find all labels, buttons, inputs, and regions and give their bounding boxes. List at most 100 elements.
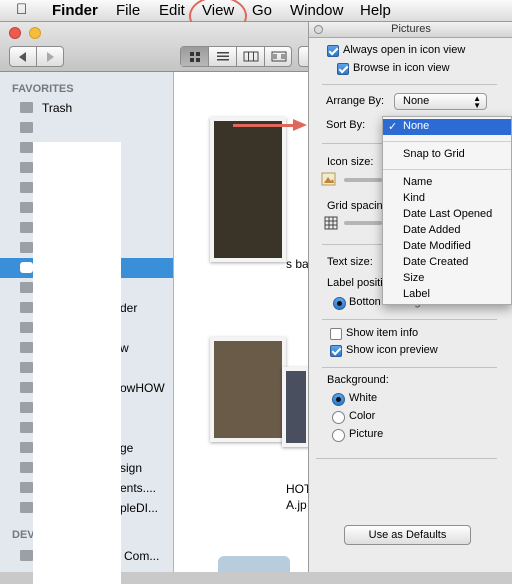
sort-option-none[interactable]: ✓ None: [383, 119, 511, 135]
sidebar-item-label: Trash: [42, 101, 73, 115]
menu-separator: [383, 169, 511, 170]
always-icon-view-checkbox[interactable]: [327, 45, 339, 57]
panel-title: Pictures: [391, 23, 431, 35]
arrange-by-label: Arrange By:: [326, 95, 385, 107]
back-forward-group: [9, 46, 64, 67]
menu-edit[interactable]: Edit: [159, 2, 185, 20]
divider: [316, 458, 497, 459]
sidebar-item-label: sign: [120, 461, 143, 475]
column-view-button[interactable]: [237, 47, 265, 66]
label-position-bottom-radio[interactable]: [333, 297, 346, 310]
text-size-label: Text size:: [327, 256, 373, 268]
photo-thumbnail[interactable]: [282, 367, 310, 447]
folder-icon: [20, 502, 33, 513]
sort-option-label-item[interactable]: Label: [383, 287, 511, 303]
forward-arrow-icon: [47, 52, 54, 62]
menu-finder[interactable]: Finder: [52, 2, 98, 20]
drag-tab: [218, 556, 290, 572]
apple-menu-icon[interactable]: : [16, 1, 27, 19]
background-picture-radio[interactable]: [332, 429, 345, 442]
arrange-toolbar-button[interactable]: [298, 46, 308, 67]
show-icon-preview-checkbox[interactable]: [330, 345, 342, 357]
sort-option-name[interactable]: Name: [383, 175, 511, 191]
sidebar-item-label: pleDI...: [120, 501, 159, 515]
checkmark-icon: ✓: [388, 121, 398, 133]
list-view-button[interactable]: [209, 47, 237, 66]
divider: [322, 84, 497, 85]
folder-icon: [20, 302, 33, 313]
grid-spacing-slider[interactable]: [344, 221, 382, 225]
menu-file[interactable]: File: [116, 2, 140, 20]
icon-size-slider[interactable]: [344, 178, 382, 182]
icon-view-button[interactable]: [181, 47, 209, 66]
icon-view-icon: [190, 52, 200, 62]
sort-option-date-added[interactable]: Date Added: [383, 223, 511, 239]
show-item-info-checkbox[interactable]: [330, 328, 342, 340]
document-icon: [20, 202, 33, 213]
menu-go[interactable]: Go: [252, 2, 272, 20]
sort-by-label: Sort By:: [326, 119, 366, 131]
list-view-icon: [217, 52, 229, 61]
folder-icon: [20, 102, 33, 113]
folder-icon: [20, 402, 33, 413]
folder-icon: [20, 442, 33, 453]
sort-option-label: Name: [403, 176, 433, 188]
sort-option-kind[interactable]: Kind: [383, 191, 511, 207]
sort-option-label: Size: [403, 272, 425, 284]
desktop-icon: [20, 182, 33, 193]
menu-bar:  Finder File Edit View Go Window Help: [0, 0, 512, 22]
sort-option-date-created[interactable]: Date Created: [383, 255, 511, 271]
photo-thumbnail[interactable]: [210, 337, 286, 442]
sidebar-item-label: ge: [120, 441, 134, 455]
use-as-defaults-button[interactable]: Use as Defaults: [344, 525, 471, 545]
folder-icon: [20, 342, 33, 353]
document-icon: [20, 222, 33, 233]
sort-option-snap-to-grid[interactable]: Snap to Grid: [383, 147, 511, 163]
sort-option-label: Kind: [403, 192, 426, 204]
folder-icon: [20, 482, 33, 493]
grid-spacing-label: Grid spacin: [327, 200, 383, 212]
favorites-heading: FAVORITES: [12, 83, 74, 95]
use-as-defaults-label: Use as Defaults: [368, 529, 447, 541]
sort-option-label: None: [403, 120, 430, 132]
always-icon-view-label: Always open in icon view: [343, 44, 466, 56]
sort-option-date-modified[interactable]: Date Modified: [383, 239, 511, 255]
folder-icon: [20, 142, 33, 153]
redaction-box: [33, 142, 121, 584]
view-mode-switcher: [180, 46, 292, 67]
cover-flow-icon: [271, 51, 287, 62]
photo-thumbnail[interactable]: [210, 117, 286, 262]
arrange-by-value: None: [403, 95, 430, 107]
divider: [322, 319, 497, 320]
back-button[interactable]: [10, 47, 37, 66]
minimize-window-button[interactable]: [29, 27, 41, 39]
annotation-arrow-head-icon: [293, 119, 307, 131]
dropbox-icon: [20, 282, 33, 293]
menu-separator: [383, 141, 511, 142]
panel-titlebar: Pictures: [309, 22, 512, 38]
background-color-radio[interactable]: [332, 411, 345, 424]
browse-icon-view-label: Browse in icon view: [353, 62, 450, 74]
forward-button[interactable]: [37, 47, 63, 66]
sidebar-item-trash[interactable]: Trash: [0, 98, 173, 118]
cover-flow-button[interactable]: [265, 47, 293, 66]
sort-option-date-last-opened[interactable]: Date Last Opened: [383, 207, 511, 223]
browse-icon-view-checkbox[interactable]: [337, 63, 349, 75]
sort-option-label: Date Created: [403, 256, 469, 268]
home-icon: [20, 122, 33, 133]
arrange-by-popup[interactable]: None ▲ ▼: [394, 93, 487, 110]
file-name-fragment: A.jp: [286, 498, 307, 512]
background-white-radio[interactable]: [332, 393, 345, 406]
sort-option-size[interactable]: Size: [383, 271, 511, 287]
background-white-label: White: [349, 392, 378, 404]
divider: [322, 367, 497, 368]
sidebar-item-label: ents....: [120, 481, 157, 495]
sidebar-item-home[interactable]: [0, 118, 173, 138]
popup-arrows-icon: ▲ ▼: [473, 94, 481, 110]
folder-icon: [20, 322, 33, 333]
grid-icon: [324, 216, 338, 230]
menu-window[interactable]: Window: [290, 2, 343, 20]
close-window-button[interactable]: [9, 27, 21, 39]
show-icon-preview-label: Show icon preview: [346, 344, 438, 356]
menu-help[interactable]: Help: [360, 2, 391, 20]
